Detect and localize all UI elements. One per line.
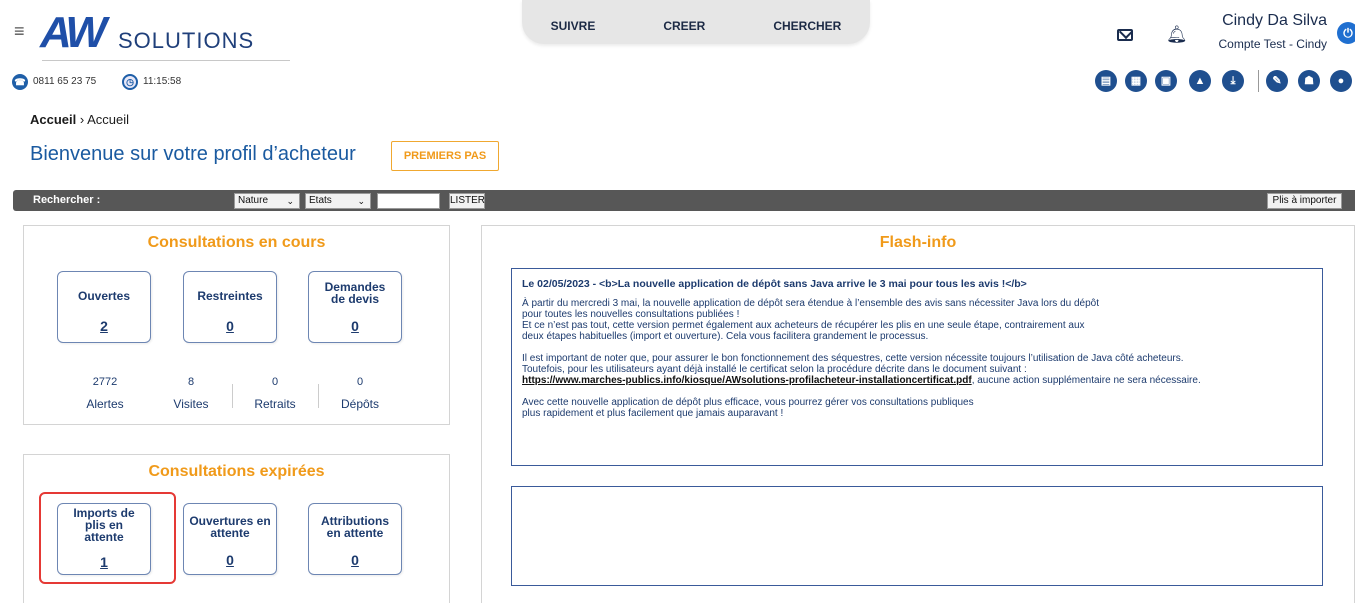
bell-icon[interactable]: 🔔︎: [1166, 26, 1188, 43]
stat-value: 2772: [92, 376, 118, 388]
stat-label[interactable]: Retraits: [240, 397, 310, 411]
tile-count[interactable]: 2: [58, 318, 150, 334]
nature-select-value: Nature: [238, 195, 269, 206]
flash-line: Toutefois, pour les utilisateurs ayant d…: [522, 364, 1027, 375]
divider: [42, 60, 290, 61]
breadcrumb-separator: ›: [79, 112, 85, 127]
tile-count[interactable]: 0: [184, 552, 276, 568]
power-icon[interactable]: ⏻: [1337, 22, 1355, 44]
certificate-link[interactable]: https://www.marches-publics.info/kiosque…: [522, 375, 972, 386]
breadcrumb-current: Accueil: [87, 112, 130, 127]
flash-line-rest: , aucune action supplémentaire ne sera n…: [971, 375, 1201, 386]
flash-line: https://www.marches-publics.info/kiosque…: [522, 375, 1312, 386]
first-steps-button[interactable]: PREMIERS PAS: [391, 141, 499, 171]
tile-ouvertes[interactable]: Ouvertes 2: [57, 271, 151, 343]
flash-line: plus rapidement et plus facilement que j…: [522, 408, 784, 419]
nav-suivre[interactable]: SUIVRE: [517, 19, 630, 33]
highlight-box: [39, 492, 176, 584]
nav-chercher[interactable]: CHERCHER: [739, 19, 875, 33]
etats-select[interactable]: Etats ⌄: [305, 193, 371, 209]
nature-select[interactable]: Nature ⌄: [234, 193, 300, 209]
tile-attributions-attente[interactable]: Attributions en attente 0: [308, 503, 402, 575]
tile-demandes-devis[interactable]: Demandes de devis 0: [308, 271, 402, 343]
phone-number: 0811 65 23 75: [33, 76, 97, 87]
import-button[interactable]: Plis à importer: [1267, 193, 1342, 209]
user-name[interactable]: Cindy Da Silva: [1205, 12, 1327, 30]
family-icon[interactable]: ☗: [1298, 70, 1320, 92]
flash-line: Il est important de noter que, pour assu…: [522, 353, 1184, 364]
clock-time: 11:15:58: [143, 76, 182, 87]
tile-label: Restreintes: [197, 289, 263, 303]
mail-icon[interactable]: [1117, 29, 1133, 41]
panel-title: Consultations expirées: [148, 463, 325, 480]
logo[interactable]: AW SOLUTIONS: [40, 8, 290, 58]
stat-separator: [318, 384, 319, 408]
etats-select-value: Etats: [309, 195, 332, 206]
flash-headline: Le 02/05/2023 - <b>La nouvelle applicati…: [522, 278, 1027, 290]
user-account[interactable]: Compte Test - Cindy: [1205, 37, 1328, 51]
breadcrumb-root[interactable]: Accueil: [30, 112, 76, 127]
download-icon[interactable]: ⤓: [1222, 70, 1244, 92]
flash-line: Et ce n’est pas tout, cette version perm…: [522, 320, 1085, 331]
tile-count[interactable]: 0: [184, 318, 276, 334]
stat-value: 0: [271, 376, 279, 388]
stat-value: 0: [356, 376, 364, 388]
search-input[interactable]: [377, 193, 440, 209]
tile-restreintes[interactable]: Restreintes 0: [183, 271, 277, 343]
clock-icon: ◷: [122, 74, 138, 90]
stat-label[interactable]: Dépôts: [325, 397, 395, 411]
tile-count[interactable]: 0: [309, 552, 401, 568]
flash-line: deux étapes habituelles (import et ouver…: [522, 331, 929, 342]
tile-count[interactable]: 0: [309, 318, 401, 334]
breadcrumb: Accueil › Accueil: [30, 112, 129, 127]
stat-label[interactable]: Alertes: [70, 397, 140, 411]
panel-title: Consultations en cours: [147, 234, 326, 251]
document-icon[interactable]: ▤: [1095, 70, 1117, 92]
tile-ouvertures-attente[interactable]: Ouvertures en attente 0: [183, 503, 277, 575]
panel-title: Flash-info: [879, 234, 957, 251]
tile-label: Ouvertures en attente: [189, 514, 271, 540]
stat-label[interactable]: Visites: [156, 397, 226, 411]
chevron-down-icon: ⌄: [357, 196, 365, 206]
stat-separator: [232, 384, 233, 408]
flash-message: Le 02/05/2023 - <b>La nouvelle applicati…: [511, 268, 1323, 466]
flash-line: pour toutes les nouvelles consultations …: [522, 309, 740, 320]
file-icon[interactable]: ▣: [1155, 70, 1177, 92]
chevron-down-icon: ⌄: [286, 196, 294, 206]
tile-label: Demandes de devis: [324, 280, 386, 306]
top-nav: SUIVRE CREER CHERCHER: [522, 0, 870, 44]
logo-mark: AW: [40, 8, 107, 57]
tile-label: Ouvertes: [77, 289, 131, 303]
flash-message-empty: [511, 486, 1323, 586]
list-button[interactable]: LISTER: [449, 193, 485, 209]
nav-creer[interactable]: CREER: [629, 19, 739, 33]
marco-icon[interactable]: ▲: [1189, 70, 1211, 92]
logo-text: SOLUTIONS: [118, 28, 255, 53]
tile-label: Attributions en attente: [321, 514, 389, 540]
flash-line: Avec cette nouvelle application de dépôt…: [522, 397, 974, 408]
calculator-icon[interactable]: ▦: [1125, 70, 1147, 92]
toolbar-separator: [1258, 70, 1259, 92]
phone-icon: ☎: [12, 74, 28, 90]
search-label: Rechercher :: [33, 194, 101, 206]
page-title: Bienvenue sur votre profil d’acheteur: [30, 143, 356, 165]
search-bar: [13, 190, 1355, 211]
flash-line: À partir du mercredi 3 mai, la nouvelle …: [522, 298, 1099, 309]
edit-icon[interactable]: ✎: [1266, 70, 1288, 92]
user-settings-icon[interactable]: ●: [1330, 70, 1352, 92]
stat-value: 8: [187, 376, 195, 388]
menu-icon[interactable]: ≡: [14, 22, 25, 40]
